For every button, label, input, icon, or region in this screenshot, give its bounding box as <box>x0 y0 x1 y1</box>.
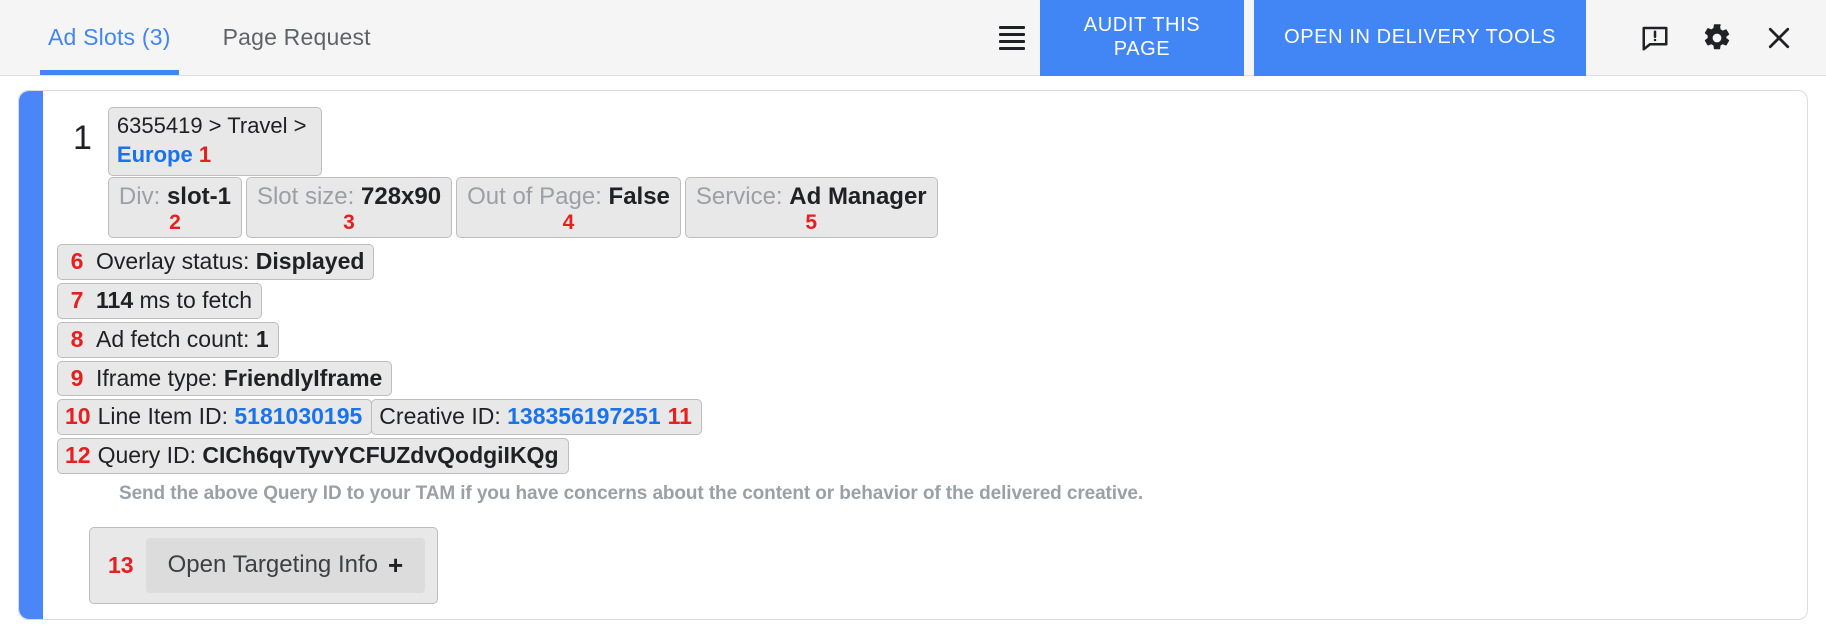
marker-4: 4 <box>467 212 670 233</box>
marker-13: 13 <box>108 552 134 579</box>
status-line-fetch-count: 8 Ad fetch count: 1 <box>57 322 1807 358</box>
plus-icon: + <box>388 550 403 581</box>
breadcrumb-path: 6355419 > Travel > <box>117 113 307 138</box>
meta-chip-div[interactable]: Div: slot-1 2 <box>108 177 242 238</box>
meta-chip-slot-size[interactable]: Slot size: 728x90 3 <box>246 177 452 238</box>
line-item-id-label: Line Item ID: <box>98 403 235 429</box>
feedback-icon[interactable] <box>1638 21 1672 55</box>
ad-slot-card: 1 6355419 > Travel > Europe 1 Div: slot-… <box>18 90 1808 620</box>
status-line-ids: 10 Line Item ID: 5181030195 Creative ID:… <box>57 399 1807 435</box>
fetch-time-value: 114 <box>96 287 133 313</box>
marker-8: 8 <box>65 325 89 354</box>
status-chip-iframe-type[interactable]: 9 Iframe type: FriendlyIframe <box>57 361 392 397</box>
marker-3: 3 <box>257 212 441 233</box>
status-line-overlay: 6 Overlay status: Displayed <box>57 244 1807 280</box>
marker-2: 2 <box>119 212 231 233</box>
targeting-info-container: 13 Open Targeting Info + <box>89 527 438 604</box>
app-header: Ad Slots (3) Page Request AUDIT THIS PAG… <box>0 0 1826 76</box>
status-chip-creative-id[interactable]: Creative ID: 138356197251 11 <box>371 399 702 435</box>
open-targeting-info-label: Open Targeting Info <box>168 551 378 579</box>
marker-12: 12 <box>65 441 91 470</box>
status-chip-fetch-count[interactable]: 8 Ad fetch count: 1 <box>57 322 279 358</box>
close-icon[interactable] <box>1762 21 1796 55</box>
ad-slot-card-wrapper: 1 6355419 > Travel > Europe 1 Div: slot-… <box>0 76 1826 620</box>
meta-label-slot-size: Slot size: <box>257 183 354 210</box>
marker-10: 10 <box>65 402 91 431</box>
meta-value-div: slot-1 <box>167 183 231 210</box>
meta-label-div: Div: <box>119 183 160 210</box>
meta-value-slot-size: 728x90 <box>361 183 441 210</box>
query-id-value: CICh6qvTyvYCFUZdvQodgiIKQg <box>202 442 558 468</box>
ad-slot-card-body: 1 6355419 > Travel > Europe 1 Div: slot-… <box>19 91 1807 620</box>
status-line-query-id: 12 Query ID: CICh6qvTyvYCFUZdvQodgiIKQg <box>57 438 1807 474</box>
fetch-count-label: Ad fetch count: <box>96 326 256 352</box>
tab-page-request[interactable]: Page Request <box>215 0 379 75</box>
open-in-delivery-tools-button[interactable]: OPEN IN DELIVERY TOOLS <box>1254 0 1586 76</box>
overlay-status-value: Displayed <box>256 248 365 274</box>
marker-6: 6 <box>65 247 89 276</box>
slot-meta-row: Div: slot-1 2 Slot size: 728x90 3 <box>108 177 938 238</box>
creative-id-label: Creative ID: <box>379 403 507 429</box>
hamburger-menu-icon[interactable] <box>984 0 1040 75</box>
overlay-status-label: Overlay status: <box>96 248 256 274</box>
query-id-label: Query ID: <box>98 442 203 468</box>
query-id-hint: Send the above Query ID to your TAM if y… <box>119 483 1807 505</box>
fetch-count-value: 1 <box>256 326 269 352</box>
slot-chip-column: 6355419 > Travel > Europe 1 Div: slot-1 … <box>108 105 938 238</box>
open-targeting-info-button[interactable]: Open Targeting Info + <box>146 538 426 593</box>
slot-header-row: 1 6355419 > Travel > Europe 1 Div: slot-… <box>57 105 1807 238</box>
marker-5: 5 <box>696 212 927 233</box>
meta-label-out-of-page: Out of Page: <box>467 183 602 210</box>
meta-label-service: Service: <box>696 183 783 210</box>
tab-page-request-label: Page Request <box>223 24 371 51</box>
status-chip-line-item-id[interactable]: 10 Line Item ID: 5181030195 <box>57 399 372 435</box>
slot-index: 1 <box>57 105 108 155</box>
status-chip-overlay-status[interactable]: 6 Overlay status: Displayed <box>57 244 374 280</box>
meta-chip-service[interactable]: Service: Ad Manager 5 <box>685 177 938 238</box>
status-chip-query-id[interactable]: 12 Query ID: CICh6qvTyvYCFUZdvQodgiIKQg <box>57 438 569 474</box>
marker-1: 1 <box>199 142 211 167</box>
tab-ad-slots-label: Ad Slots (3) <box>48 24 171 51</box>
meta-value-service: Ad Manager <box>789 183 926 210</box>
slot-status-list: 6 Overlay status: Displayed 7 114 ms to … <box>57 244 1807 474</box>
fetch-time-label: ms to fetch <box>133 287 252 313</box>
audit-this-page-button[interactable]: AUDIT THIS PAGE <box>1040 0 1244 76</box>
status-line-iframe-type: 9 Iframe type: FriendlyIframe <box>57 361 1807 397</box>
iframe-type-value: FriendlyIframe <box>224 365 383 391</box>
header-icon-group <box>1586 0 1826 75</box>
gear-icon[interactable] <box>1700 21 1734 55</box>
ad-unit-breadcrumb[interactable]: 6355419 > Travel > Europe 1 <box>108 107 322 176</box>
creative-id-value[interactable]: 138356197251 <box>507 403 661 429</box>
tab-bar: Ad Slots (3) Page Request <box>40 0 379 75</box>
iframe-type-label: Iframe type: <box>96 365 224 391</box>
marker-7: 7 <box>65 286 89 315</box>
status-line-fetch-time: 7 114 ms to fetch <box>57 283 1807 319</box>
marker-11: 11 <box>668 402 692 431</box>
tab-ad-slots[interactable]: Ad Slots (3) <box>40 0 179 75</box>
status-chip-fetch-time[interactable]: 7 114 ms to fetch <box>57 283 262 319</box>
meta-value-out-of-page: False <box>609 183 670 210</box>
meta-chip-out-of-page[interactable]: Out of Page: False 4 <box>456 177 681 238</box>
breadcrumb-leaf[interactable]: Europe <box>117 142 193 167</box>
line-item-id-value[interactable]: 5181030195 <box>234 403 362 429</box>
marker-9: 9 <box>65 364 89 393</box>
header-spacer <box>379 0 984 75</box>
